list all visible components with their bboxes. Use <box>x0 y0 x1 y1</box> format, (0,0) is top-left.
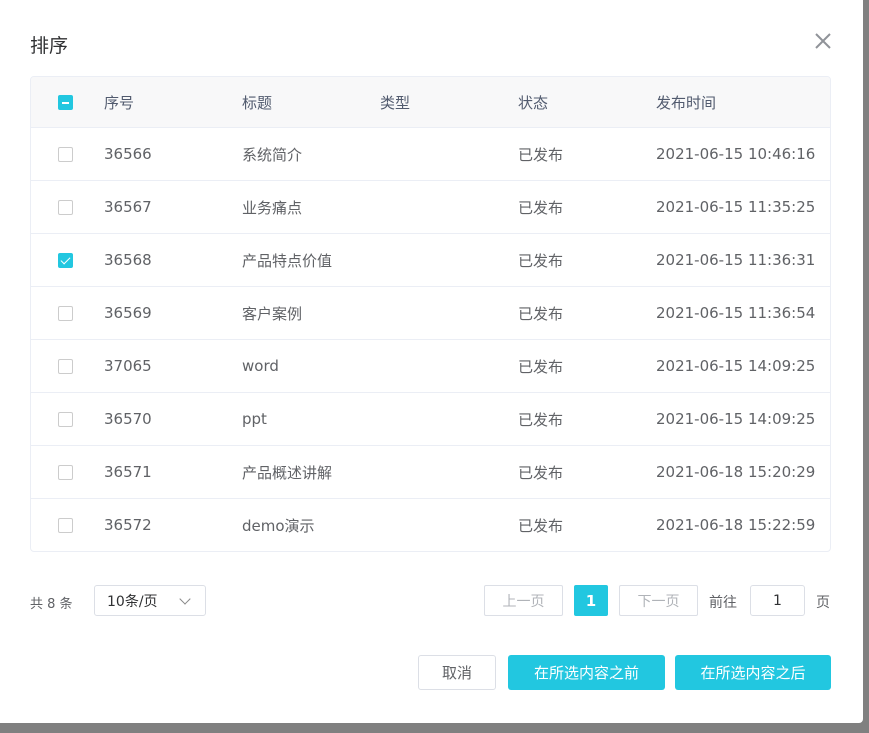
row-id: 36572 <box>104 516 152 534</box>
goto-page-input[interactable] <box>750 585 805 616</box>
header-id: 序号 <box>104 93 135 112</box>
goto-label: 前往 <box>709 595 737 611</box>
header-title: 标题 <box>242 93 273 112</box>
row-checkbox[interactable] <box>58 411 73 427</box>
row-checkbox[interactable] <box>58 146 73 162</box>
row-status: 已发布 <box>518 410 564 429</box>
row-status: 已发布 <box>518 304 564 323</box>
insert-after-button[interactable]: 在所选内容之后 <box>675 655 831 690</box>
row-title: 产品特点价值 <box>242 251 333 270</box>
header-type: 类型 <box>380 93 411 112</box>
row-id: 36570 <box>104 410 152 428</box>
row-status: 已发布 <box>518 357 564 376</box>
page-suffix: 页 <box>816 595 830 611</box>
table-row[interactable]: 36568 产品特点价值 已发布 2021-06-15 11:36:31 <box>31 233 830 286</box>
next-page-button[interactable]: 下一页 <box>619 585 698 616</box>
row-id: 36566 <box>104 145 152 163</box>
row-id: 36568 <box>104 251 152 269</box>
insert-before-button[interactable]: 在所选内容之前 <box>508 655 665 690</box>
page-1-button[interactable]: 1 <box>574 585 608 616</box>
row-title: 业务痛点 <box>242 198 303 217</box>
page-size-select[interactable]: 10条/页 <box>94 585 206 616</box>
row-status: 已发布 <box>518 516 564 535</box>
chevron-down-icon <box>179 593 191 605</box>
table-row[interactable]: 36569 客户案例 已发布 2021-06-15 11:36:54 <box>31 286 830 339</box>
row-title: word <box>242 357 279 375</box>
page-size-value: 10条/页 <box>107 593 158 610</box>
row-time: 2021-06-15 14:09:25 <box>656 410 816 428</box>
row-checkbox[interactable] <box>58 464 73 480</box>
table-header: 序号 标题 类型 状态 发布时间 <box>31 77 830 127</box>
dialog-title: 排序 <box>30 35 69 57</box>
header-status: 状态 <box>518 93 549 112</box>
close-icon[interactable] <box>812 30 834 52</box>
table-row[interactable]: 36567 业务痛点 已发布 2021-06-15 11:35:25 <box>31 180 830 233</box>
row-title: 产品概述讲解 <box>242 463 333 482</box>
row-checkbox[interactable] <box>58 305 73 321</box>
table-row[interactable]: 36570 ppt 已发布 2021-06-15 14:09:25 <box>31 392 830 445</box>
row-status: 已发布 <box>518 198 564 217</box>
row-time: 2021-06-15 14:09:25 <box>656 357 816 375</box>
row-title: demo演示 <box>242 516 315 535</box>
row-status: 已发布 <box>518 145 564 164</box>
row-time: 2021-06-18 15:22:59 <box>656 516 816 534</box>
prev-page-button[interactable]: 上一页 <box>484 585 563 616</box>
row-checkbox[interactable] <box>58 517 73 533</box>
table-row[interactable]: 36571 产品概述讲解 已发布 2021-06-18 15:20:29 <box>31 445 830 498</box>
row-checkbox[interactable] <box>58 358 73 374</box>
sort-dialog: 排序 序号 标题 类型 状态 发布时间 36566 系统简介 已发布 2021-… <box>0 0 863 723</box>
row-checkbox[interactable] <box>58 199 73 215</box>
row-title: 系统简介 <box>242 145 303 164</box>
table-row[interactable]: 36566 系统简介 已发布 2021-06-15 10:46:16 <box>31 127 830 180</box>
select-all-checkbox[interactable] <box>58 94 73 110</box>
row-time: 2021-06-15 11:36:54 <box>656 304 816 322</box>
table-row[interactable]: 36572 demo演示 已发布 2021-06-18 15:22:59 <box>31 498 830 551</box>
row-id: 36571 <box>104 463 152 481</box>
row-title: ppt <box>242 410 267 428</box>
row-status: 已发布 <box>518 251 564 270</box>
row-time: 2021-06-15 10:46:16 <box>656 145 816 163</box>
row-id: 37065 <box>104 357 152 375</box>
total-count: 共 8 条 <box>30 597 73 612</box>
row-status: 已发布 <box>518 463 564 482</box>
row-id: 36569 <box>104 304 152 322</box>
row-time: 2021-06-15 11:35:25 <box>656 198 816 216</box>
cancel-button[interactable]: 取消 <box>418 655 496 690</box>
row-checkbox[interactable] <box>58 252 73 268</box>
row-time: 2021-06-18 15:20:29 <box>656 463 816 481</box>
row-title: 客户案例 <box>242 304 303 323</box>
content-table: 序号 标题 类型 状态 发布时间 36566 系统简介 已发布 2021-06-… <box>30 76 831 552</box>
table-row[interactable]: 37065 word 已发布 2021-06-15 14:09:25 <box>31 339 830 392</box>
row-time: 2021-06-15 11:36:31 <box>656 251 816 269</box>
header-time: 发布时间 <box>656 93 717 112</box>
row-id: 36567 <box>104 198 152 216</box>
